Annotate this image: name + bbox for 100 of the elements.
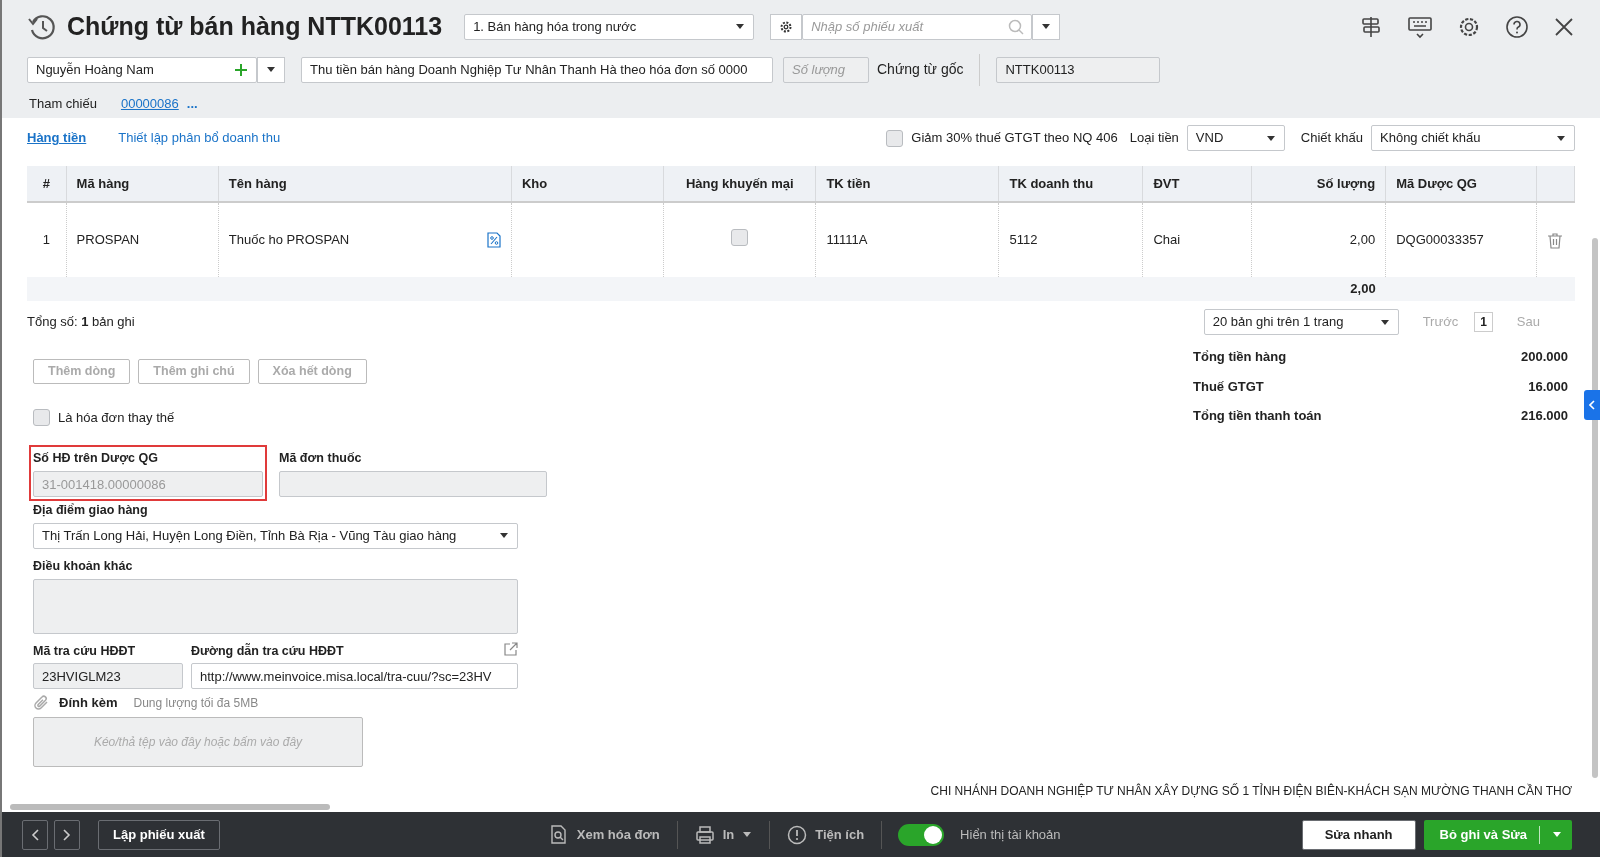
utilities-button[interactable]: Tiện ích bbox=[786, 823, 866, 846]
print-button[interactable]: In bbox=[693, 823, 754, 846]
toggle-switch[interactable] bbox=[898, 823, 945, 846]
table-cell: PROSPAN bbox=[76, 232, 140, 248]
attachment-size-hint: Dung lượng tối đa 5MB bbox=[133, 695, 259, 712]
column-header: TK tiền bbox=[815, 166, 999, 202]
total-label: Tổng tiền thanh toán bbox=[1193, 407, 1322, 425]
column-header: Mã Dược QG bbox=[1385, 166, 1537, 202]
percent-document-icon[interactable] bbox=[486, 232, 501, 248]
plus-icon[interactable] bbox=[234, 62, 248, 77]
checkbox[interactable] bbox=[886, 129, 904, 147]
horizontal-scrollbar[interactable] bbox=[10, 804, 330, 810]
column-header: Mã hàng bbox=[66, 166, 219, 202]
printer-icon bbox=[694, 824, 715, 845]
record-count: Tổng số: 1 bản ghi bbox=[27, 313, 135, 332]
voucher-type-dropdown[interactable]: 1. Bán hàng hóa trong nước bbox=[464, 13, 755, 40]
table-cell: 11111A bbox=[826, 232, 868, 248]
replacement-invoice-label: Là hóa đơn thay thế bbox=[58, 408, 175, 427]
vat-reduction-label: Giảm 30% thuế GTGT theo NQ 406 bbox=[911, 129, 1118, 148]
field-label: Đường dẫn tra cứu HĐĐT bbox=[191, 642, 344, 660]
vertical-scrollbar[interactable] bbox=[1592, 238, 1598, 778]
reference-label: Tham chiếu bbox=[29, 94, 97, 113]
column-header: # bbox=[27, 166, 67, 202]
column-header: Tên hàng bbox=[218, 166, 512, 202]
total-label: Tổng tiền hàng bbox=[1193, 348, 1287, 366]
quantity-field[interactable]: Số lượng bbox=[783, 56, 869, 83]
currency-dropdown[interactable]: VND bbox=[1186, 125, 1285, 151]
signpost-icon[interactable] bbox=[1359, 14, 1383, 39]
total-label: Thuế GTGT bbox=[1193, 377, 1264, 396]
previous-button[interactable] bbox=[22, 819, 48, 850]
help-icon[interactable] bbox=[1505, 14, 1529, 39]
caret-icon bbox=[266, 66, 276, 73]
window-title: Chứng từ bán hàng NTTK00113 bbox=[67, 11, 443, 42]
caret-icon bbox=[735, 23, 746, 31]
show-accounts-label: Hiển thị tài khoản bbox=[960, 825, 1061, 844]
settings-button[interactable] bbox=[770, 13, 803, 40]
info-icon bbox=[787, 824, 808, 845]
table-cell-text: Thuốc ho PROSPAN bbox=[228, 231, 350, 250]
field-label: Điều khoản khác bbox=[33, 557, 134, 575]
next-button[interactable] bbox=[54, 819, 80, 850]
tab[interactable]: Hàng tiền bbox=[27, 128, 87, 148]
paperclip-icon bbox=[33, 694, 51, 712]
column-header: Kho bbox=[511, 166, 664, 202]
chevron-left-icon bbox=[31, 829, 39, 842]
close-icon[interactable] bbox=[1553, 15, 1575, 38]
lookup-code-field[interactable]: 23HVIGLM23 bbox=[33, 663, 183, 690]
column-header: TK doanh thu bbox=[998, 166, 1143, 202]
collapse-panel-button[interactable] bbox=[1584, 390, 1600, 420]
field-label: Địa điểm giao hàng bbox=[33, 502, 149, 519]
caret-icon bbox=[1552, 831, 1562, 838]
column-header: ĐVT bbox=[1142, 166, 1252, 202]
document-search-icon bbox=[548, 824, 569, 845]
caret-icon bbox=[1379, 318, 1390, 326]
search-dropdown-button[interactable] bbox=[1032, 13, 1061, 40]
settings-icon bbox=[779, 19, 794, 34]
reference-link[interactable]: 00000086 bbox=[120, 93, 179, 113]
column-header: Hàng khuyến mại bbox=[663, 166, 816, 202]
total-value: 216.000 bbox=[1521, 407, 1568, 425]
table-cell: DQG00033357 bbox=[1396, 232, 1484, 248]
lookup-link-field[interactable]: http://www.meinvoice.misa.local/tra-cuu/?sc=23HV bbox=[191, 663, 518, 690]
customer-dropdown-button[interactable] bbox=[257, 56, 285, 83]
column-header: Số lượng bbox=[1251, 166, 1386, 202]
more-link[interactable]: ... bbox=[186, 93, 198, 113]
caret-icon bbox=[742, 831, 753, 838]
chevron-left-icon bbox=[1589, 400, 1595, 410]
field-label: Mã tra cứu HĐĐT bbox=[33, 642, 137, 660]
total-value: 200.000 bbox=[1521, 348, 1568, 366]
view-invoice-button[interactable]: Xem hóa đơn bbox=[547, 823, 661, 846]
field-label: Số HĐ trên Dược QG bbox=[33, 450, 159, 468]
total-value: 16.000 bbox=[1528, 377, 1568, 396]
caret-icon bbox=[1041, 23, 1052, 31]
checkbox[interactable] bbox=[731, 228, 749, 246]
discount-label: Chiết khấu bbox=[1300, 129, 1363, 148]
search-icon bbox=[1008, 18, 1025, 35]
caret-icon bbox=[1265, 134, 1276, 142]
other-terms-field[interactable] bbox=[33, 578, 518, 634]
discount-dropdown[interactable]: Không chiết khấu bbox=[1371, 125, 1575, 151]
table-cell: Chai bbox=[1153, 232, 1181, 248]
customer-field[interactable]: Nguyễn Hoàng Nam bbox=[27, 56, 257, 83]
external-link-icon[interactable] bbox=[504, 641, 518, 656]
table-footer-total: 2,00 bbox=[1350, 281, 1376, 297]
page-number[interactable]: 1 bbox=[1474, 312, 1493, 332]
trash-icon[interactable] bbox=[1547, 232, 1564, 249]
create-export-button[interactable]: Lập phiếu xuất bbox=[98, 819, 220, 850]
original-document-label: Chứng từ gốc bbox=[877, 60, 964, 79]
checkbox[interactable] bbox=[33, 409, 50, 426]
search-field[interactable]: Nhập số phiếu xuất bbox=[802, 13, 1033, 40]
delivery-location-dropdown[interactable]: Thị Trấn Long Hải, Huyện Long Điền, Tỉnh Bà Rịa - Vũng Tàu giao hàng bbox=[33, 522, 518, 549]
table-cell: 1 bbox=[42, 232, 50, 248]
table-cell: 2,00 bbox=[1349, 232, 1376, 248]
prescription-code-field[interactable] bbox=[279, 471, 547, 497]
currency-label: Loại tiền bbox=[1129, 129, 1179, 148]
caret-icon bbox=[1556, 134, 1566, 142]
chevron-right-icon bbox=[63, 829, 71, 842]
description-field[interactable]: Thu tiền bán hàng Doanh Nghiệp Tư Nhân Thanh Hà theo hóa đơn số 0000 bbox=[301, 56, 773, 83]
page-size-dropdown[interactable]: 20 bản ghi trên 1 trang bbox=[1203, 309, 1399, 335]
tab[interactable]: Thiết lập phân bổ doanh thu bbox=[118, 128, 281, 148]
voucher-number-field[interactable]: NTTK00113 bbox=[996, 56, 1161, 83]
keyboard-icon[interactable] bbox=[1407, 14, 1433, 39]
quick-edit-button[interactable]: Sửa nhanh bbox=[1301, 819, 1416, 850]
